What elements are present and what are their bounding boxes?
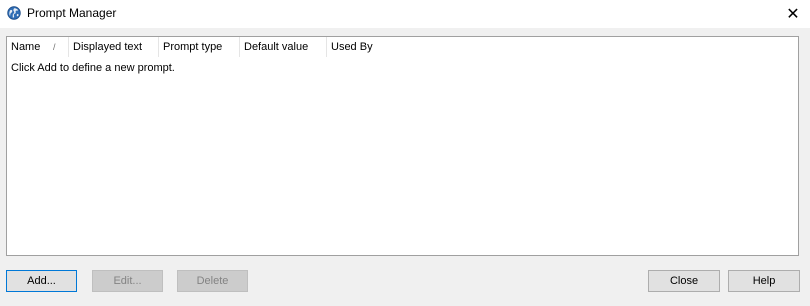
edit-button[interactable]: Edit... [92,270,163,292]
close-icon[interactable]: ✕ [782,3,804,25]
title-bar: Prompt Manager ✕ [0,0,810,28]
window-title: Prompt Manager [27,6,117,20]
prompt-list[interactable]: Name / Displayed text Prompt type Defaul… [6,36,799,256]
column-header-displayed-text[interactable]: Displayed text [69,37,159,57]
close-button[interactable]: Close [648,270,720,292]
column-header-name[interactable]: Name / [7,37,69,57]
column-header-label: Prompt type [163,41,223,53]
prompt-manager-window: Prompt Manager ✕ Name / Displayed text P… [0,0,810,306]
help-button[interactable]: Help [728,270,800,292]
column-header-label: Default value [244,41,309,53]
sort-indicator-icon: / [53,42,56,52]
empty-list-message: Click Add to define a new prompt. [11,62,175,74]
column-header-label: Used By [331,41,373,53]
column-header-label: Displayed text [73,41,143,53]
delete-button[interactable]: Delete [177,270,248,292]
column-header-label: Name [11,41,41,53]
list-header: Name / Displayed text Prompt type Defaul… [7,37,798,57]
column-header-default-value[interactable]: Default value [240,37,327,57]
add-button[interactable]: Add... [6,270,77,292]
column-header-prompt-type[interactable]: Prompt type [159,37,240,57]
column-header-used-by[interactable]: Used By [327,37,409,57]
globe-icon [7,6,21,20]
